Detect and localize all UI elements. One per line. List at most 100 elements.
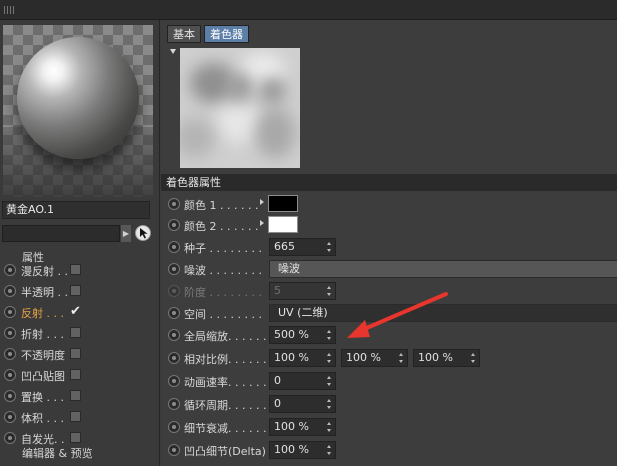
space-label: 空间 . . . . . . . . [184, 308, 262, 321]
color2-label: 颜色 2 . . . . . . [184, 220, 259, 233]
material-preview[interactable] [3, 25, 153, 197]
channel-label[interactable]: 反射 . . . [21, 305, 64, 321]
detail-atten-value: 100 % [274, 420, 309, 433]
space-row: 空间 . . . . . . . . UV (二维) [166, 303, 617, 323]
relative-scale-z-stepper[interactable]: 100 % [413, 349, 480, 367]
channel-checkbox[interactable] [70, 390, 81, 401]
channel-checkbox[interactable] [70, 369, 81, 380]
relative-scale-label: 相对比例. . . . . . [184, 353, 267, 366]
channel-label[interactable]: 凹凸贴图 [21, 368, 65, 384]
space-animate-radio[interactable] [168, 307, 180, 319]
channel-label[interactable]: 不透明度 [21, 347, 65, 363]
channel-animate-radio[interactable] [4, 390, 16, 402]
color2-swatch[interactable] [268, 216, 298, 233]
seed-value: 665 [274, 240, 295, 253]
global-scale-row: 全局缩放. . . . . . 500 % [166, 325, 617, 345]
loop-period-animate-radio[interactable] [168, 398, 180, 410]
stepper-arrows-icon[interactable] [399, 353, 404, 363]
grip-icon[interactable] [4, 6, 16, 14]
channel-item[interactable]: 漫反射 . . [4, 261, 154, 279]
color2-row: 颜色 2 . . . . . . [166, 215, 617, 235]
noise-animate-radio[interactable] [168, 263, 180, 275]
loop-period-row: 循环周期. . . . . . 0 [166, 394, 617, 414]
delta-label: 凹凸细节(Delta) [184, 445, 266, 458]
channel-checkbox[interactable] [70, 285, 81, 296]
channel-checkbox[interactable] [70, 411, 81, 422]
anim-speed-stepper[interactable]: 0 [269, 372, 336, 390]
stepper-arrows-icon[interactable] [327, 422, 332, 432]
global-scale-stepper[interactable]: 500 % [269, 326, 336, 344]
loop-period-stepper[interactable]: 0 [269, 395, 336, 413]
relative-scale-z-value: 100 % [418, 351, 453, 364]
channel-animate-radio[interactable] [4, 348, 16, 360]
color1-swatch[interactable] [268, 195, 298, 212]
channel-animate-radio[interactable] [4, 411, 16, 423]
channel-item[interactable]: 体积 . . . [4, 408, 154, 426]
stepper-arrows-icon[interactable] [327, 353, 332, 363]
channel-animate-radio[interactable] [4, 327, 16, 339]
relative-scale-x-stepper[interactable]: 100 % [269, 349, 336, 367]
delta-animate-radio[interactable] [168, 444, 180, 456]
detail-atten-animate-radio[interactable] [168, 421, 180, 433]
channel-animate-radio[interactable] [4, 369, 16, 381]
detail-atten-stepper[interactable]: 100 % [269, 418, 336, 436]
octaves-animate-radio [168, 285, 180, 297]
seed-animate-radio[interactable] [168, 241, 180, 253]
title-bar [0, 0, 617, 20]
preview-sphere [17, 37, 139, 159]
channel-label[interactable]: 折射 . . . [21, 326, 64, 342]
color2-animate-radio[interactable] [168, 219, 180, 231]
channel-animate-radio[interactable] [4, 306, 16, 318]
stepper-arrows-icon[interactable] [327, 330, 332, 340]
channel-checkbox[interactable] [70, 348, 81, 359]
stepper-arrows-icon[interactable] [471, 353, 476, 363]
stepper-arrows-icon[interactable] [327, 242, 332, 252]
stepper-arrows-icon[interactable] [327, 376, 332, 386]
seed-row: 种子 . . . . . . . . 665 [166, 237, 617, 257]
tab-basic[interactable]: 基本 [167, 25, 201, 43]
channel-checkbox[interactable] [70, 264, 81, 275]
channel-label[interactable]: 漫反射 . . [21, 263, 68, 279]
channel-item[interactable]: 凹凸贴图 [4, 366, 154, 384]
channel-item[interactable]: 不透明度 [4, 345, 154, 363]
channel-label[interactable]: 体积 . . . [21, 410, 64, 426]
pick-cursor-icon[interactable] [135, 225, 151, 241]
octaves-stepper: 5 [269, 282, 336, 300]
editor-preview-label[interactable]: 编辑器 & 预览 [22, 445, 93, 461]
noise-type-dropdown[interactable]: 噪波 [269, 260, 617, 278]
anim-speed-animate-radio[interactable] [168, 375, 180, 387]
link-arrow-button[interactable]: ▶ [121, 225, 131, 242]
channel-label[interactable]: 半透明 . . [21, 284, 68, 300]
channel-animate-radio[interactable] [4, 285, 16, 297]
channel-item[interactable]: 折射 . . . [4, 324, 154, 342]
relative-scale-row: 相对比例. . . . . . 100 % 100 % 100 % [166, 348, 617, 368]
loop-period-value: 0 [274, 397, 281, 410]
channel-label[interactable]: 置换 . . . [21, 389, 64, 405]
material-name-field[interactable]: 黄金AO.1 [2, 201, 150, 219]
channel-checkbox[interactable] [70, 432, 81, 443]
relative-scale-animate-radio[interactable] [168, 352, 180, 364]
anim-speed-label: 动画速率. . . . . . [184, 376, 267, 389]
seed-stepper[interactable]: 665 [269, 238, 336, 256]
link-field[interactable] [2, 225, 120, 242]
channel-item[interactable]: 置换 . . . [4, 387, 154, 405]
color2-expand-icon[interactable] [260, 220, 264, 226]
channel-checkbox[interactable] [70, 327, 81, 338]
delta-stepper[interactable]: 100 % [269, 441, 336, 459]
stepper-arrows-icon[interactable] [327, 399, 332, 409]
channel-item[interactable]: 半透明 . . [4, 282, 154, 300]
channel-animate-radio[interactable] [4, 264, 16, 276]
stepper-arrows-icon[interactable] [327, 445, 332, 455]
collapse-triangle-icon[interactable] [170, 49, 176, 54]
checkmark-icon[interactable]: ✔ [70, 305, 81, 318]
loop-period-label: 循环周期. . . . . . [184, 399, 267, 412]
channel-animate-radio[interactable] [4, 432, 16, 444]
color1-animate-radio[interactable] [168, 198, 180, 210]
relative-scale-y-stepper[interactable]: 100 % [341, 349, 408, 367]
attribute-panel: 基本 着色器 着色器属性 颜色 1 . . . . . . 颜色 2 . . .… [161, 20, 617, 466]
color1-expand-icon[interactable] [260, 199, 264, 205]
space-dropdown[interactable]: UV (二维) [269, 304, 617, 322]
global-scale-animate-radio[interactable] [168, 329, 180, 341]
channel-item[interactable]: 反射 . . . ✔ [4, 303, 154, 321]
tab-shader[interactable]: 着色器 [204, 25, 249, 43]
